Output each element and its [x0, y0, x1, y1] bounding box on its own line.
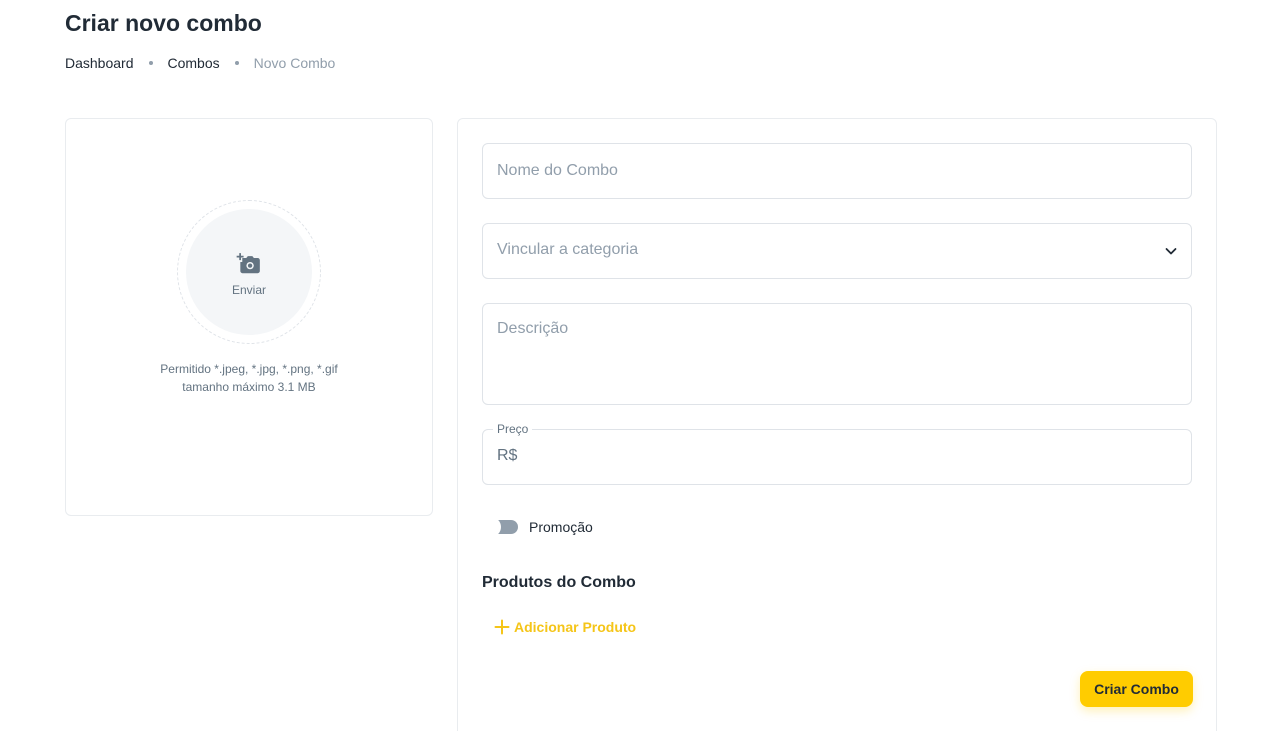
promotion-toggle-row[interactable]: Promoção: [482, 517, 593, 537]
image-upload-card: Enviar Permitido *.jpeg, *.jpg, *.png, *…: [65, 118, 433, 516]
breadcrumb-dashboard[interactable]: Dashboard: [65, 55, 134, 71]
switch-thumb: [482, 518, 500, 536]
breadcrumb-combos[interactable]: Combos: [168, 55, 220, 71]
combo-name-input[interactable]: [497, 144, 1177, 198]
description-field: [482, 303, 1192, 405]
combo-products-title: Produtos do Combo: [482, 574, 636, 591]
combo-name-field: [482, 143, 1192, 199]
max-file-size: tamanho máximo 3.1 MB: [182, 380, 316, 394]
category-select[interactable]: Vincular a categoria: [482, 223, 1192, 279]
promotion-label: Promoção: [529, 519, 593, 535]
promotion-switch[interactable]: [482, 517, 518, 537]
price-field: Preço R$: [482, 422, 1192, 485]
upload-help-text: Permitido *.jpeg, *.jpg, *.png, *.gif ta…: [66, 360, 432, 396]
upload-label: Enviar: [231, 283, 266, 297]
price-input[interactable]: [523, 430, 1177, 484]
add-product-button[interactable]: Adicionar Produto: [494, 619, 636, 635]
page: Criar novo combo Dashboard Combos Novo C…: [0, 0, 1265, 731]
breadcrumb-separator: [234, 61, 239, 65]
image-upload-dropzone[interactable]: Enviar: [177, 200, 321, 344]
combo-form-card: Vincular a categoria Preço R$ Promoção P…: [457, 118, 1217, 731]
description-textarea[interactable]: [497, 320, 1177, 392]
breadcrumb-current: Novo Combo: [253, 55, 336, 71]
chevron-down-icon: [1165, 248, 1177, 255]
category-select-value: Vincular a categoria: [497, 241, 639, 258]
breadcrumb-separator: [148, 61, 153, 65]
create-combo-button[interactable]: Criar Combo: [1080, 671, 1193, 707]
breadcrumb: Dashboard Combos Novo Combo: [65, 55, 335, 71]
plus-icon: [494, 619, 510, 635]
allowed-formats: Permitido *.jpeg, *.jpg, *.png, *.gif: [160, 362, 338, 376]
add-product-label: Adicionar Produto: [514, 619, 637, 635]
page-title: Criar novo combo: [65, 10, 262, 36]
upload-placeholder: Enviar: [186, 209, 312, 335]
currency-prefix: R$: [497, 447, 518, 464]
add-photo-icon: [236, 253, 260, 274]
